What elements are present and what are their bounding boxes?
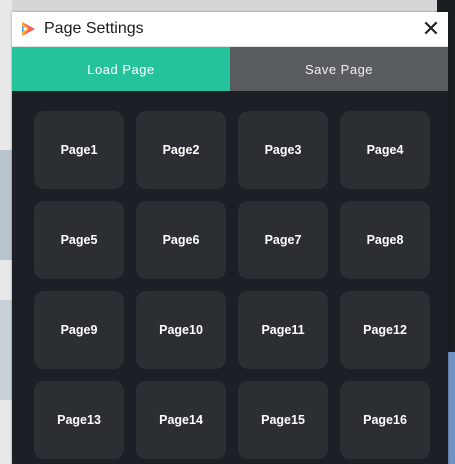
page-button-15[interactable]: Page15	[238, 381, 328, 459]
title-bar: Page Settings ✕	[12, 12, 448, 47]
page-label: Page9	[60, 323, 98, 337]
page-label: Page2	[162, 143, 200, 157]
page-label: Page11	[261, 323, 305, 337]
page-button-3[interactable]: Page3	[238, 111, 328, 189]
page-label: Page10	[159, 323, 203, 337]
tab-bar: Load Page Save Page	[12, 47, 448, 91]
page-label: Page6	[162, 233, 200, 247]
page-button-2[interactable]: Page2	[136, 111, 226, 189]
app-logo-icon	[20, 21, 36, 37]
tab-label: Save Page	[304, 61, 374, 77]
page-label: Page5	[60, 233, 98, 247]
page-label: Page7	[264, 233, 302, 247]
page-button-6[interactable]: Page6	[136, 201, 226, 279]
page-button-16[interactable]: Page16	[340, 381, 430, 459]
page-label: Page3	[264, 143, 302, 157]
background-stripe	[0, 150, 12, 260]
tab-load-page[interactable]: Load Page	[12, 47, 230, 91]
page-label: Page15	[261, 413, 305, 427]
tab-label: Load Page	[87, 61, 155, 77]
page-button-4[interactable]: Page4	[340, 111, 430, 189]
page-button-5[interactable]: Page5	[34, 201, 124, 279]
page-button-7[interactable]: Page7	[238, 201, 328, 279]
page-button-13[interactable]: Page13	[34, 381, 124, 459]
page-button-9[interactable]: Page9	[34, 291, 124, 369]
background-stripe	[0, 300, 12, 400]
page-button-12[interactable]: Page12	[340, 291, 430, 369]
page-label: Page14	[159, 413, 203, 427]
page-button-11[interactable]: Page11	[238, 291, 328, 369]
background-window-left	[0, 0, 12, 464]
page-button-10[interactable]: Page10	[136, 291, 226, 369]
page-button-1[interactable]: Page1	[34, 111, 124, 189]
page-button-8[interactable]: Page8	[340, 201, 430, 279]
dialog-title: Page Settings	[44, 20, 144, 37]
close-button[interactable]: ✕	[414, 12, 448, 46]
page-grid: Page1 Page2 Page3 Page4 Page5 Page6 Page…	[34, 111, 430, 459]
page-label: Page4	[366, 143, 404, 157]
tab-save-page[interactable]: Save Page	[230, 47, 448, 91]
page-label: Page13	[57, 413, 101, 427]
page-label: Page16	[363, 413, 407, 427]
page-label: Page1	[60, 143, 98, 157]
page-button-14[interactable]: Page14	[136, 381, 226, 459]
page-settings-dialog: Page Settings ✕ Load Page Save Page Page…	[12, 12, 448, 464]
close-icon: ✕	[421, 16, 441, 41]
page-label: Page12	[363, 323, 407, 337]
page-label: Page8	[366, 233, 404, 247]
